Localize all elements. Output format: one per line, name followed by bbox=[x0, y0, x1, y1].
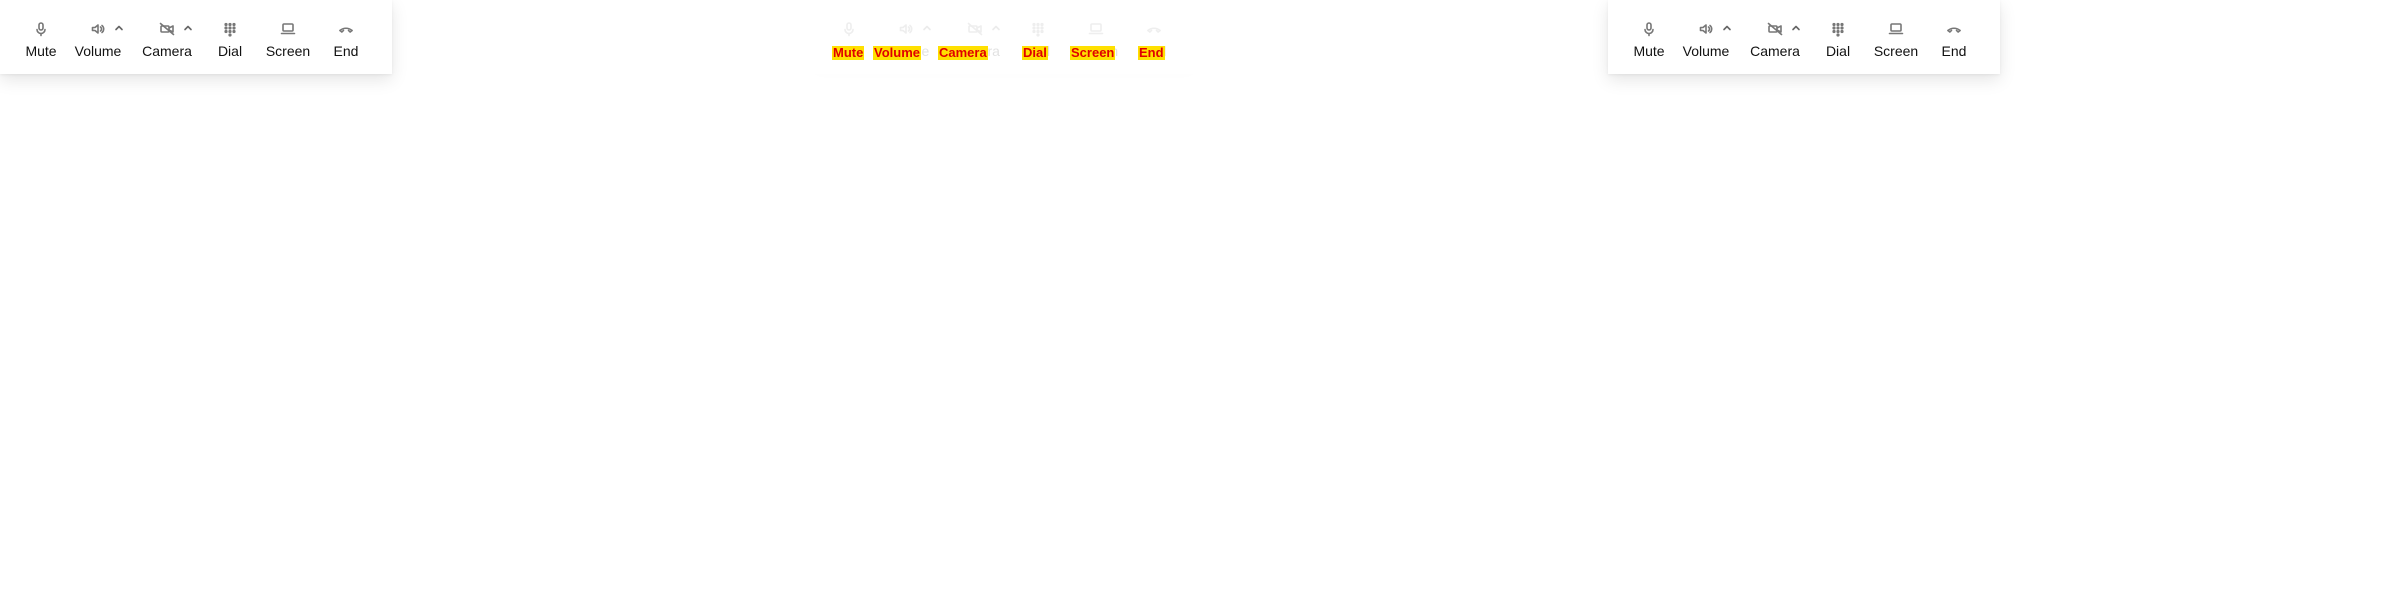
camera-off-icon bbox=[159, 21, 175, 37]
mute-button[interactable]: Mute bbox=[22, 20, 60, 60]
dial-button[interactable]: Dial bbox=[210, 20, 250, 60]
screen-share-button[interactable]: Screen bbox=[262, 20, 314, 60]
speaker-icon bbox=[1698, 21, 1714, 37]
mute-button[interactable]: Mute bbox=[1630, 20, 1668, 60]
camera-options-chevron-icon[interactable] bbox=[989, 21, 1003, 35]
end-call-icon bbox=[338, 21, 354, 37]
dial-label: Dial bbox=[1825, 43, 1851, 59]
volume-options-chevron-icon[interactable] bbox=[920, 21, 934, 35]
mute-label: Mute bbox=[1633, 43, 1665, 59]
overlay-end-label: End bbox=[1138, 45, 1165, 60]
end-call-icon bbox=[1146, 21, 1162, 37]
overlay-mute-label: Mute bbox=[832, 45, 865, 60]
camera-label: Camera bbox=[1750, 43, 1800, 59]
speaker-icon bbox=[90, 21, 106, 37]
volume-options-chevron-icon[interactable] bbox=[112, 21, 126, 35]
volume-button[interactable]: Volume bbox=[72, 20, 124, 60]
call-toolbar-3: Mute Volume Camera Dial Screen End bbox=[1608, 0, 2000, 74]
dialpad-icon bbox=[222, 21, 238, 37]
overlay-volume-label: Volume bbox=[873, 45, 921, 60]
dial-label: Dial bbox=[217, 43, 243, 59]
screen-label: Screen bbox=[1873, 43, 1919, 59]
dialpad-icon bbox=[1830, 21, 1846, 37]
screen-share-button[interactable]: Screen bbox=[1870, 20, 1922, 60]
camera-off-icon bbox=[967, 21, 983, 37]
call-toolbar-2-faded: Mute Volume bbox=[808, 0, 1200, 74]
camera-off-icon bbox=[1767, 21, 1783, 37]
end-call-icon bbox=[1946, 21, 1962, 37]
laptop-icon bbox=[1088, 21, 1104, 37]
speaker-icon bbox=[898, 21, 914, 37]
end-label: End bbox=[1941, 43, 1967, 59]
camera-options-chevron-icon[interactable] bbox=[181, 21, 195, 35]
laptop-icon bbox=[280, 21, 296, 37]
camera-button[interactable]: Camera bbox=[1746, 20, 1804, 60]
end-call-button[interactable]: End bbox=[326, 20, 366, 60]
overlay-dial-label: Dial bbox=[1022, 45, 1048, 60]
volume-button[interactable]: Volume bbox=[1680, 20, 1732, 60]
overlay-screen-label: Screen bbox=[1070, 45, 1116, 60]
screen-label: Screen bbox=[265, 43, 311, 59]
microphone-icon bbox=[841, 21, 857, 37]
volume-options-chevron-icon[interactable] bbox=[1720, 21, 1734, 35]
dialpad-icon bbox=[1030, 21, 1046, 37]
end-call-button[interactable]: End bbox=[1934, 20, 1974, 60]
microphone-icon bbox=[33, 21, 49, 37]
dial-button[interactable]: Dial bbox=[1818, 20, 1858, 60]
laptop-icon bbox=[1888, 21, 1904, 37]
call-toolbar-1: Mute Volume Camera Dial Screen End bbox=[0, 0, 392, 74]
camera-button[interactable]: Camera bbox=[138, 20, 196, 60]
microphone-icon bbox=[1641, 21, 1657, 37]
end-label: End bbox=[333, 43, 359, 59]
volume-label: Volume bbox=[1682, 43, 1730, 59]
camera-options-chevron-icon[interactable] bbox=[1789, 21, 1803, 35]
camera-label: Camera bbox=[142, 43, 192, 59]
overlay-camera-label: Camera bbox=[938, 45, 988, 60]
mute-label: Mute bbox=[25, 43, 57, 59]
volume-label: Volume bbox=[74, 43, 122, 59]
